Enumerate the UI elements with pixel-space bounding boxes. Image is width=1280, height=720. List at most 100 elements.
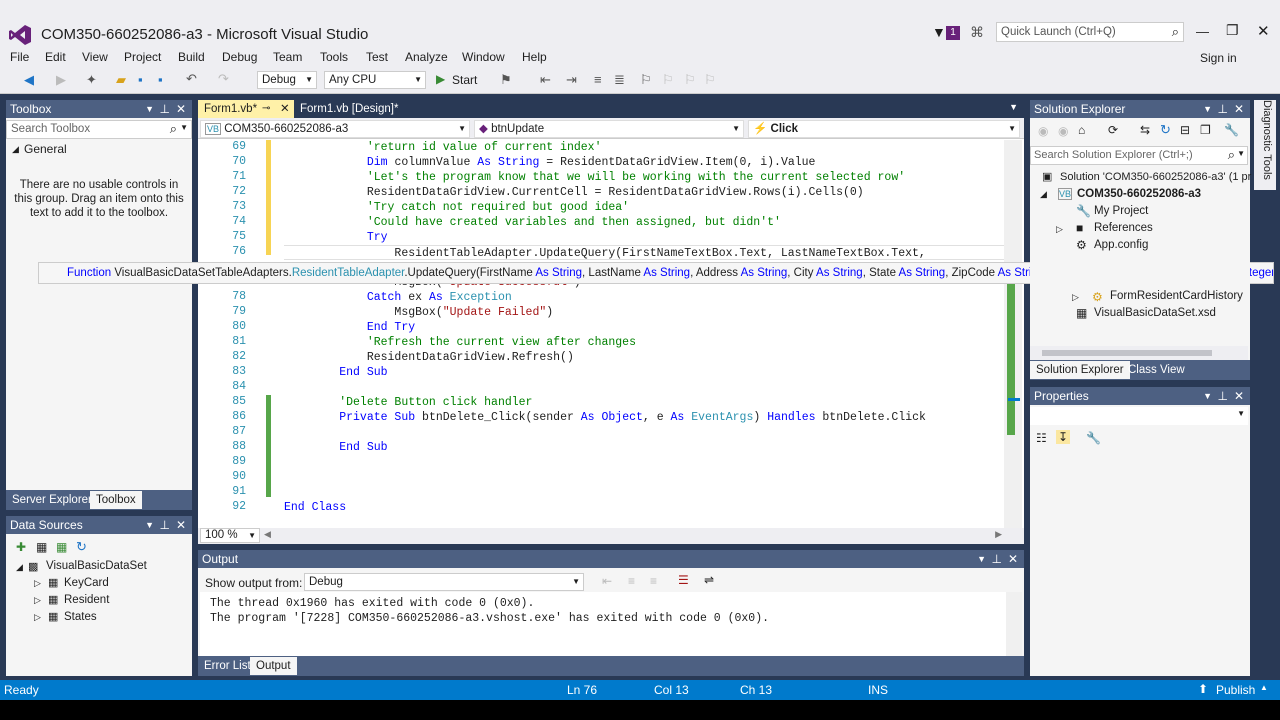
home-icon[interactable]: ⌂ [1078, 123, 1085, 137]
pin-icon[interactable]: ⊥ [992, 550, 1002, 568]
sync-icon[interactable]: ⇆ [1140, 123, 1150, 137]
menu-help[interactable]: Help [522, 50, 547, 64]
prev-bookmark-icon[interactable]: ⚐ [662, 72, 674, 88]
menu-file[interactable]: File [10, 50, 29, 64]
code-line[interactable]: End Sub [284, 365, 387, 380]
close-button[interactable]: ✕ [1257, 22, 1270, 40]
scroll-right-icon[interactable]: ▶ [995, 529, 1002, 540]
tab-overflow-icon[interactable]: ▼ [1009, 102, 1018, 112]
tab-toolbox[interactable]: Toolbox [90, 491, 142, 509]
expand-triangle-icon[interactable]: ▷ [34, 578, 41, 589]
code-line[interactable]: MsgBox("Update Failed") [284, 305, 553, 320]
forward-icon[interactable]: ◉ [1058, 124, 1068, 138]
menu-debug[interactable]: Debug [222, 50, 257, 64]
pin-icon[interactable]: ⊸ [262, 100, 270, 118]
start-play-icon[interactable]: ▶ [436, 72, 445, 86]
close-icon[interactable]: ✕ [1234, 387, 1244, 405]
publish-button[interactable]: Publish [1216, 683, 1255, 697]
edit-dataset-icon[interactable]: ▦ [36, 540, 47, 554]
word-wrap-icon[interactable]: ⇌ [704, 573, 714, 587]
tab-error-list[interactable]: Error List [198, 657, 257, 675]
pin-icon[interactable]: ⊥ [160, 100, 170, 118]
undo-icon[interactable]: ↶ [186, 71, 197, 87]
tree-solution-root[interactable]: Solution 'COM350-660252086-a3' (1 pr [1060, 171, 1251, 183]
categorized-icon[interactable]: ☷ [1036, 431, 1047, 445]
alphabetical-icon[interactable]: ↧ [1056, 430, 1071, 444]
zoom-dropdown[interactable]: 100 % ▼ [200, 528, 260, 543]
tab-solution-explorer[interactable]: Solution Explorer [1030, 361, 1130, 379]
code-line[interactable]: Try [284, 230, 388, 245]
tree-app-config[interactable]: App.config [1094, 239, 1148, 251]
scroll-left-icon[interactable]: ◀ [264, 529, 271, 540]
toolbox-group-general[interactable]: General [24, 142, 67, 156]
next-message-icon[interactable]: ≡ [650, 574, 657, 588]
configuration-dropdown[interactable]: Debug ▼ [257, 71, 317, 89]
tree-table-item[interactable]: States [64, 611, 97, 623]
comment-icon[interactable]: ≡ [594, 72, 602, 87]
tab-form1-vb[interactable]: Form1.vb* ⊸ ✕ [198, 100, 294, 118]
refresh-icon[interactable]: ↻ [76, 539, 87, 555]
back-icon[interactable]: ◉ [1038, 124, 1048, 138]
show-all-files-icon[interactable]: ❐ [1200, 123, 1211, 137]
tab-form1-design[interactable]: Form1.vb [Design]* [294, 100, 404, 118]
close-icon[interactable]: ✕ [176, 100, 186, 118]
tree-table-item[interactable]: Resident [64, 594, 109, 606]
code-line[interactable]: ResidentTableAdapter.UpdateQuery(FirstNa… [284, 245, 1004, 260]
expand-triangle-icon[interactable]: ▷ [34, 612, 41, 623]
code-line[interactable]: End Try [284, 320, 415, 335]
pin-icon[interactable]: ⊥ [1218, 100, 1228, 118]
tab-output[interactable]: Output [250, 657, 297, 675]
add-datasource-icon[interactable]: ✚ [16, 540, 26, 554]
menu-analyze[interactable]: Analyze [405, 50, 448, 64]
collapse-all-icon[interactable]: ⊟ [1180, 123, 1190, 137]
editor-vertical-scrollbar[interactable] [1004, 140, 1022, 528]
project-dropdown[interactable]: VB COM350-660252086-a3 ▼ [200, 120, 470, 138]
collapse-triangle-icon[interactable]: ◢ [16, 562, 23, 573]
code-line[interactable]: 'Could have created variables and then a… [284, 215, 781, 230]
redo-icon[interactable]: ↷ [218, 71, 229, 87]
collapse-triangle-icon[interactable]: ◢ [12, 144, 19, 155]
tab-class-view[interactable]: Class View [1122, 361, 1191, 379]
menu-test[interactable]: Test [366, 50, 388, 64]
next-bookmark-icon[interactable]: ⚐ [684, 72, 696, 88]
output-source-dropdown[interactable]: Debug ▼ [304, 573, 584, 591]
back-icon[interactable]: ◀ [24, 72, 34, 88]
property-pages-icon[interactable]: 🔧 [1086, 431, 1101, 445]
properties-object-dropdown[interactable]: ▼ [1030, 407, 1248, 425]
feedback-icon[interactable]: ⌘ [970, 24, 984, 41]
code-line[interactable]: Catch ex As Exception [284, 290, 512, 305]
code-line[interactable]: Private Sub btnDelete_Click(sender As Ob… [284, 410, 926, 425]
tab-server-explorer[interactable]: Server Explorer [6, 491, 98, 509]
quick-launch-input[interactable]: Quick Launch (Ctrl+Q) ⌕ [996, 22, 1184, 42]
toolbox-search-input[interactable]: Search Toolbox ⌕ ▼ [6, 120, 192, 139]
platform-dropdown[interactable]: Any CPU ▼ [324, 71, 426, 89]
save-icon[interactable]: ▪ [138, 72, 143, 87]
prev-message-icon[interactable]: ≡ [628, 574, 635, 588]
menu-view[interactable]: View [82, 50, 108, 64]
code-line[interactable]: 'Refresh the current view after changes [284, 335, 636, 350]
dropdown-icon[interactable]: ▼ [145, 100, 154, 118]
menu-window[interactable]: Window [462, 50, 505, 64]
properties-icon[interactable]: 🔧 [1224, 123, 1239, 137]
menu-team[interactable]: Team [273, 50, 302, 64]
forward-icon[interactable]: ▶ [56, 72, 66, 88]
sign-in-link[interactable]: Sign in [1200, 51, 1237, 65]
uncomment-icon[interactable]: ≣ [614, 72, 625, 88]
dropdown-icon[interactable]: ▼ [977, 550, 986, 568]
code-line[interactable]: 'Delete Button click handler [284, 395, 532, 410]
code-line[interactable]: ResidentDataGridView.Refresh() [284, 350, 574, 365]
clear-all-icon[interactable]: ☰ [678, 573, 689, 587]
output-text[interactable]: The thread 0x1960 has exited with code 0… [200, 592, 1006, 656]
menu-edit[interactable]: Edit [45, 50, 66, 64]
close-icon[interactable]: ✕ [1234, 100, 1244, 118]
expand-triangle-icon[interactable]: ▷ [1056, 224, 1063, 235]
tree-form-item[interactable]: FormResidentCardHistory [1110, 290, 1243, 302]
menu-tools[interactable]: Tools [320, 50, 348, 64]
close-icon[interactable]: ✕ [1008, 550, 1018, 568]
open-folder-icon[interactable]: ▰ [116, 72, 126, 88]
configure-dataset-icon[interactable]: ▦ [56, 540, 67, 554]
tree-my-project[interactable]: My Project [1094, 205, 1148, 217]
code-line[interactable]: End Sub [284, 440, 387, 455]
code-line[interactable]: 'return id value of current index' [284, 140, 602, 155]
code-line[interactable]: 'Let's the program know that we will be … [284, 170, 905, 185]
